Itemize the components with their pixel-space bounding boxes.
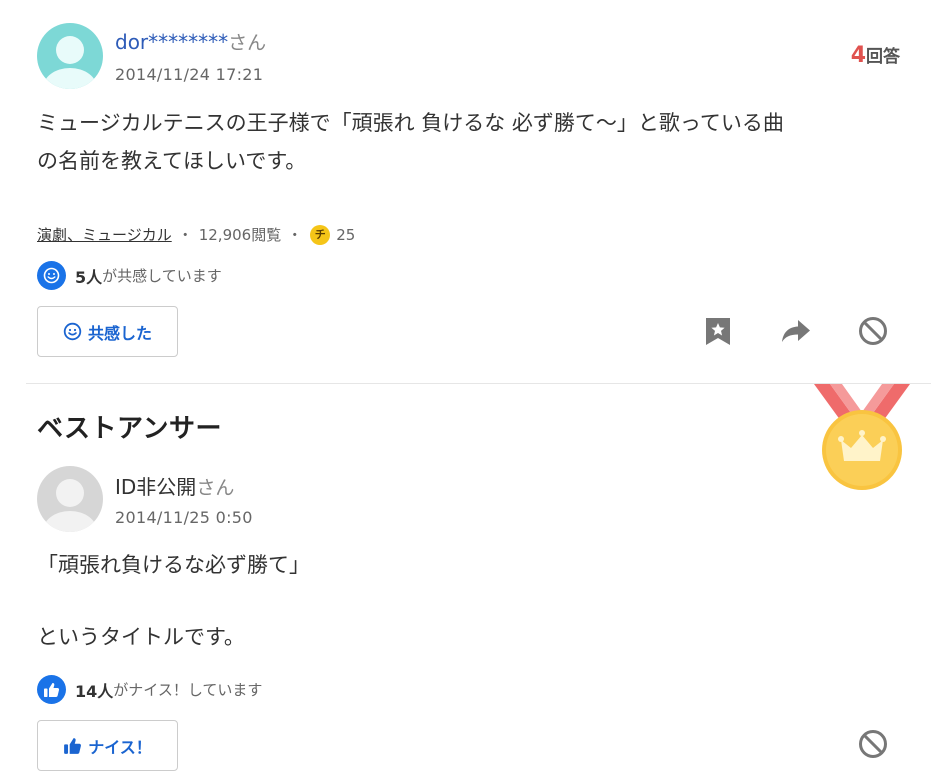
bookmark-star-icon <box>706 318 730 345</box>
answerer-honorific: さん <box>196 477 235 499</box>
medal-crown-icon <box>814 384 910 490</box>
coin-count: 25 <box>336 225 356 244</box>
answer-timestamp: 2014/11/25 0:50 <box>115 508 253 527</box>
answer-count[interactable]: 4回答 <box>851 42 900 68</box>
empathy-count: 5人 <box>75 267 103 287</box>
smile-icon <box>63 322 82 341</box>
questioner-honorific: さん <box>228 32 267 54</box>
question-timestamp: 2014/11/24 17:21 <box>115 65 264 84</box>
thumbs-up-icon <box>37 675 66 704</box>
empathy-button-label: 共感した <box>87 323 152 343</box>
smile-icon <box>37 261 66 290</box>
questioner-username[interactable]: dor********さん <box>115 28 266 55</box>
question-body-line: の名前を教えてほしいです。 <box>37 149 307 173</box>
nice-button[interactable]: ナイス！ <box>37 720 178 771</box>
report-answer-button[interactable] <box>856 727 890 761</box>
answer-body: 「頑張れ負けるな必ず勝て」 というタイトルです。 <box>37 546 310 656</box>
bookmark-button[interactable] <box>701 314 735 348</box>
nice-summary: 14人 がナイス！しています <box>37 675 262 704</box>
questioner-name[interactable]: dor******** <box>115 30 228 54</box>
empathy-text: が共感しています <box>102 267 222 285</box>
share-button[interactable] <box>779 314 813 348</box>
answer-count-label: 回答 <box>866 47 900 67</box>
empathy-summary: 5人 が共感しています <box>37 261 222 290</box>
question-body-line: ミュージカルテニスの王子様で「頑張れ 負けるな 必ず勝て～」と歌っている曲 <box>37 111 784 135</box>
answer-body-line: 「頑張れ負けるな必ず勝て」 <box>37 553 310 577</box>
meta-separator: ・ <box>287 226 303 244</box>
question-meta: 演劇、ミュージカル ・ 12,906閲覧 ・ チ 25 <box>37 224 355 245</box>
nice-button-label: ナイス！ <box>88 737 152 757</box>
answer-count-number: 4 <box>850 43 866 68</box>
category-link[interactable]: 演劇、ミュージカル <box>37 224 172 245</box>
answerer-username: ID非公開さん <box>115 471 234 500</box>
answerer-name: ID非公開 <box>115 475 197 499</box>
best-answer-title: ベストアンサー <box>37 414 222 444</box>
report-button[interactable] <box>856 314 890 348</box>
nice-count: 14人 <box>75 681 114 701</box>
meta-separator: ・ <box>177 226 193 244</box>
question-body: ミュージカルテニスの王子様で「頑張れ 負けるな 必ず勝て～」と歌っている曲 の名… <box>37 104 784 180</box>
answer-body-line: というタイトルです。 <box>37 625 245 649</box>
questioner-avatar-display[interactable] <box>37 23 103 89</box>
share-arrow-icon <box>782 320 810 342</box>
answerer-avatar[interactable] <box>37 466 103 532</box>
block-icon <box>859 730 887 758</box>
block-icon <box>859 317 887 345</box>
nice-text: がナイス！しています <box>113 681 263 699</box>
empathy-button[interactable]: 共感した <box>37 306 178 357</box>
thumbs-up-icon <box>64 737 82 754</box>
section-divider <box>26 383 931 384</box>
view-count: 12,906閲覧 <box>198 226 282 244</box>
coin-icon: チ <box>310 224 331 245</box>
